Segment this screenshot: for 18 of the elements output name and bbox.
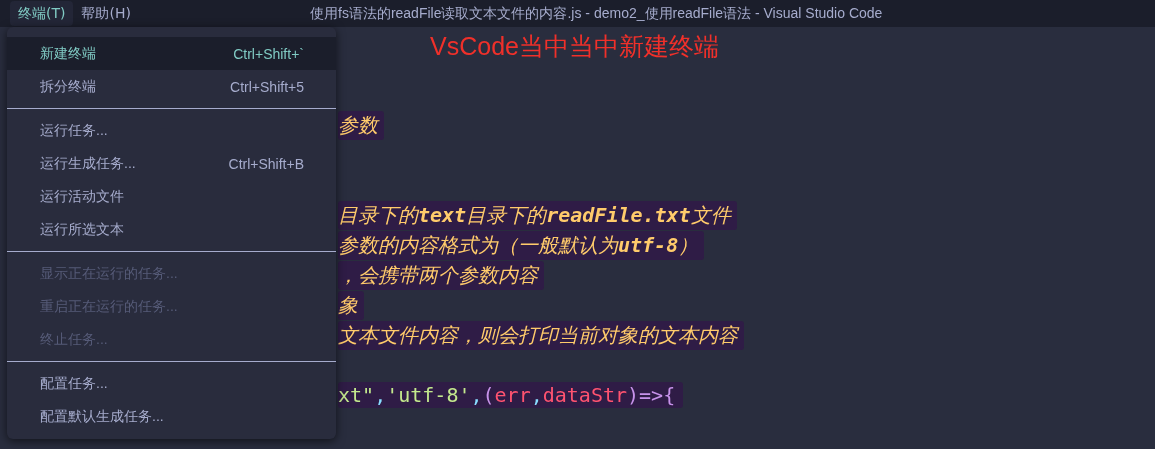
menubar-item[interactable]: 帮助(H) — [73, 1, 139, 26]
menu-item[interactable]: 配置默认生成任务... — [7, 400, 336, 433]
window-title: 使用fs语法的readFile读取文本文件的内容.js - demo2_使用readFile语法 - Visual Studio Code — [310, 3, 883, 23]
menubar-item[interactable]: 终端(T) — [10, 1, 74, 26]
menu-item[interactable]: 运行任务... — [7, 114, 336, 147]
code-comment: 参数 — [338, 110, 384, 140]
menu-item[interactable]: 运行生成任务... Ctrl+Shift+B — [7, 147, 336, 180]
code-comment: ，会携带两个参数内容 — [338, 260, 544, 290]
menu-item[interactable]: 运行所选文本 — [7, 213, 336, 246]
code-comment: 参数的内容格式为（一般默认为utf-8） — [338, 230, 705, 260]
code-comment: 象 — [338, 290, 364, 320]
menu-item[interactable]: 运行活动文件 — [7, 180, 336, 213]
menu-item[interactable]: 新建终端 Ctrl+Shift+` — [7, 37, 336, 70]
code-comment: 文本文件内容，则会打印当前对象的文本内容 — [338, 320, 744, 350]
menu-item[interactable]: 拆分终端 Ctrl+Shift+5 — [7, 70, 336, 103]
menu-item[interactable]: 配置任务... — [7, 367, 336, 400]
annotation-text: VsCode当中当中新建终端 — [430, 31, 719, 62]
code-comment: 目录下的text目录下的readFile.txt文件 — [338, 200, 737, 230]
